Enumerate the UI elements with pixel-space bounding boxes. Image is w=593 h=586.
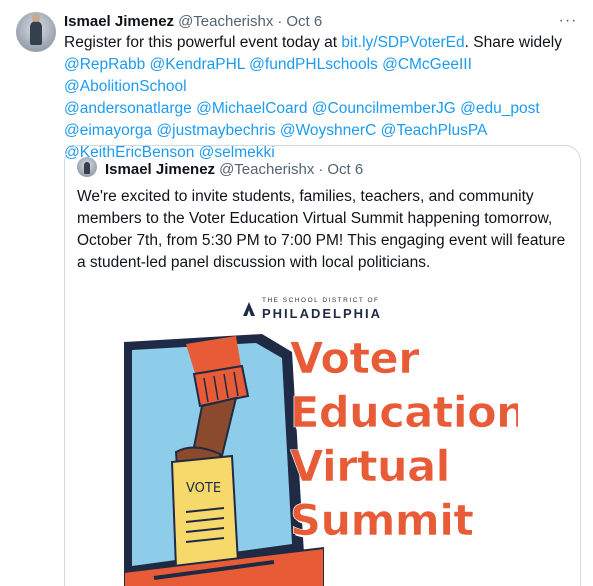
mention-link[interactable]: @TeachPlusPA (381, 122, 488, 139)
mention-link[interactable]: @WoyshnerC (280, 122, 376, 139)
tweet-text-intro: Register for this powerful event today a… (64, 34, 342, 51)
mention-link[interactable]: @andersonatlarge (64, 100, 192, 117)
author-name[interactable]: Ismael Jimenez (64, 13, 174, 30)
more-options-icon[interactable]: ··· (557, 10, 579, 32)
mention-link[interactable]: @KendraPHL (150, 56, 245, 73)
poster-title-line: Education (290, 388, 518, 439)
poster-title-line: Voter (290, 334, 420, 385)
mention-link[interactable]: @eimayorga (64, 122, 152, 139)
poster-title-line: Virtual (290, 442, 451, 493)
mention-link[interactable]: @RepRabb (64, 56, 145, 73)
event-link[interactable]: bit.ly/SDPVoterEd (341, 34, 464, 51)
ballot-vote-label: VOTE (186, 481, 221, 496)
mention-link[interactable]: @justmaybechris (156, 122, 275, 139)
separator-dot: · (277, 12, 283, 30)
district-seal-icon (243, 301, 255, 316)
quoted-author-name: Ismael Jimenez (105, 160, 216, 178)
mention-link[interactable]: @AbolitionSchool (64, 78, 187, 95)
tweet-header: Ismael Jimenez @Teacherishx · Oct 6 (64, 11, 322, 31)
poster-title: Voter Education Virtual Summit (290, 332, 518, 548)
poster-title-line: Summit (290, 496, 475, 547)
school-district-logo: THE SCHOOL DISTRICT OF PHILADELPHIA (242, 297, 383, 321)
district-name-text: PHILADELPHIA (262, 305, 383, 321)
quoted-author-avatar[interactable] (77, 157, 97, 177)
tweet[interactable]: Ismael Jimenez @Teacherishx · Oct 6 ··· … (0, 0, 593, 586)
author-handle[interactable]: @Teacherishx (178, 13, 273, 30)
separator-dot: · (318, 160, 324, 178)
event-poster-image[interactable]: THE SCHOOL DISTRICT OF PHILADELPHIA VOTE… (124, 286, 518, 586)
quoted-tweet[interactable]: Ismael Jimenez @Teacherishx · Oct 6 We'r… (64, 145, 581, 586)
tweet-text-share: . Share widely (464, 34, 562, 51)
mention-link[interactable]: @edu_post (460, 100, 540, 117)
author-avatar[interactable] (16, 12, 56, 52)
quoted-tweet-header: Ismael Jimenez @Teacherishx · Oct 6 (105, 160, 363, 178)
mention-link[interactable]: @MichaelCoard (196, 100, 307, 117)
district-small-text: THE SCHOOL DISTRICT OF (262, 297, 380, 304)
quoted-tweet-date: Oct 6 (327, 160, 364, 178)
quoted-tweet-text: We're excited to invite students, famili… (77, 188, 566, 271)
tweet-date[interactable]: Oct 6 (286, 13, 322, 30)
mention-link[interactable]: @fundPHLschools (249, 56, 378, 73)
quoted-author-handle: @Teacherishx (219, 160, 315, 178)
mention-link[interactable]: @CMcGeeIII (382, 56, 472, 73)
mention-link[interactable]: @CouncilmemberJG (312, 100, 456, 117)
